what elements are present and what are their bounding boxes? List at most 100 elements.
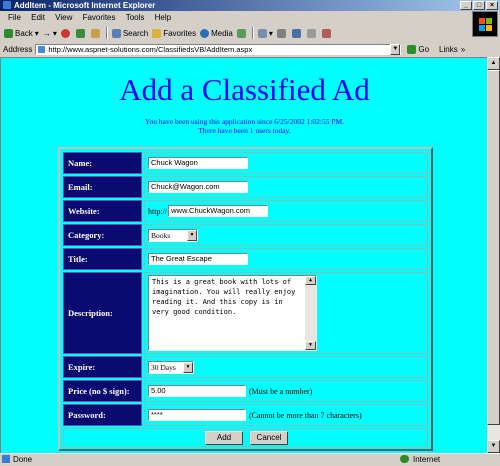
description-row: Description: This is a great book with l… xyxy=(63,272,428,354)
forward-button[interactable]: → ▾ xyxy=(43,29,57,38)
description-cell: This is a great book with lots of imagin… xyxy=(144,272,428,354)
windows-flag-icon xyxy=(479,18,492,31)
links-more-icon[interactable]: » xyxy=(461,45,465,54)
status-bar: Done Internet xyxy=(0,453,500,466)
price-input[interactable]: 5.00 xyxy=(148,385,246,397)
menu-view[interactable]: View xyxy=(55,13,72,22)
title-bar: AddItem - Microsoft Internet Explorer _ … xyxy=(0,0,500,11)
media-button[interactable]: Media xyxy=(200,28,233,38)
menu-tools[interactable]: Tools xyxy=(126,13,145,22)
forward-arrow-icon: → xyxy=(42,28,51,38)
toolbar-separator xyxy=(105,27,108,39)
go-button[interactable]: Go xyxy=(418,45,429,54)
category-selected: Books xyxy=(151,230,171,240)
history-button[interactable] xyxy=(236,28,248,38)
scroll-up-icon[interactable]: ▲ xyxy=(487,57,500,70)
mail-icon xyxy=(257,28,267,38)
expire-row: Expire: 30 Days ▼ xyxy=(63,356,428,378)
zone-text: Internet xyxy=(413,455,441,464)
menu-edit[interactable]: Edit xyxy=(31,13,45,22)
name-row: Name: Chuck Wagon xyxy=(63,152,428,174)
discuss-button[interactable] xyxy=(306,28,318,38)
menu-bar: File Edit View Favorites Tools Help xyxy=(0,11,500,24)
website-label: Website: xyxy=(63,200,142,222)
favorites-button[interactable]: Favorites xyxy=(152,28,197,38)
actions-row: Add Cancel xyxy=(63,428,428,447)
website-input[interactable]: www.ChuckWagon.com xyxy=(168,205,269,217)
home-button[interactable] xyxy=(90,28,102,38)
price-cell: 5.00 (Must be a number) xyxy=(144,380,428,402)
email-input[interactable]: Chuck@Wagon.com xyxy=(148,181,248,193)
category-row: Category: Books ▼ xyxy=(63,224,428,246)
menu-favorites[interactable]: Favorites xyxy=(83,13,116,22)
toolbar-separator xyxy=(251,27,254,39)
page-title: Add a Classified Ad xyxy=(119,72,370,107)
window-controls: _ □ × xyxy=(460,1,498,10)
refresh-button[interactable] xyxy=(75,28,87,38)
chevron-down-icon[interactable]: ▼ xyxy=(187,229,197,241)
maximize-button[interactable]: □ xyxy=(473,1,485,10)
messenger-button[interactable] xyxy=(321,28,333,38)
expire-cell: 30 Days ▼ xyxy=(144,356,428,378)
standard-toolbar: Back ▾ → ▾ Search Favorites Media ▾ xyxy=(0,25,470,41)
price-hint: (Must be a number) xyxy=(249,386,313,396)
name-input[interactable]: Chuck Wagon xyxy=(148,157,248,169)
chevron-down-icon[interactable]: ▼ xyxy=(183,361,193,373)
website-prefix: http:// xyxy=(148,206,168,216)
status-text: Done xyxy=(13,455,33,464)
windows-logo-throbber xyxy=(472,11,498,37)
media-icon xyxy=(200,28,210,38)
stop-icon xyxy=(60,28,70,38)
address-dropdown-button[interactable]: ▼ xyxy=(390,43,401,55)
scroll-thumb[interactable] xyxy=(487,70,500,425)
title-input[interactable]: The Great Escape xyxy=(148,253,248,265)
scroll-up-icon[interactable]: ▲ xyxy=(305,276,316,285)
search-button[interactable]: Search xyxy=(111,28,149,38)
go-arrow-icon[interactable] xyxy=(407,44,417,54)
price-label: Price (no $ sign): xyxy=(63,380,142,402)
name-cell: Chuck Wagon xyxy=(144,152,428,174)
home-icon xyxy=(90,28,100,38)
description-scrollbar[interactable]: ▲ ▼ xyxy=(305,276,316,350)
page-done-icon xyxy=(2,455,10,463)
menu-file[interactable]: File xyxy=(8,13,21,22)
back-arrow-icon xyxy=(4,28,13,38)
discuss-icon xyxy=(306,28,316,38)
status-zone: Internet xyxy=(400,454,440,466)
expire-select[interactable]: 30 Days ▼ xyxy=(148,360,194,374)
address-label: Address xyxy=(3,44,33,54)
stop-button[interactable] xyxy=(60,28,72,38)
password-input[interactable]: **** xyxy=(148,409,246,421)
links-button[interactable]: Links xyxy=(439,45,458,54)
close-button[interactable]: × xyxy=(486,1,498,10)
address-bar: Address http://www.aspnet-solutions.com/… xyxy=(0,42,500,56)
page-content: Add a Classified Ad You have been using … xyxy=(0,57,487,453)
cancel-button[interactable]: Cancel xyxy=(250,431,288,445)
print-button[interactable] xyxy=(276,28,288,38)
add-button[interactable]: Add xyxy=(205,431,243,445)
page-scrollbar[interactable]: ▲ ▼ xyxy=(487,57,500,453)
users-today-text: There have been 1 users today. xyxy=(198,126,291,135)
scroll-down-icon[interactable]: ▼ xyxy=(305,341,316,350)
address-field[interactable]: http://www.aspnet-solutions.com/Classifi… xyxy=(35,43,402,55)
description-text: This is a great book with lots of imagin… xyxy=(152,278,296,316)
usage-info: You have been using this application sin… xyxy=(1,117,487,135)
category-select[interactable]: Books ▼ xyxy=(148,228,198,242)
minimize-button[interactable]: _ xyxy=(460,1,472,10)
search-label: Search xyxy=(122,28,149,38)
edit-page-button[interactable] xyxy=(291,28,303,38)
description-textarea[interactable]: This is a great book with lots of imagin… xyxy=(148,275,317,351)
title-row: Title: The Great Escape xyxy=(63,248,428,270)
back-button[interactable]: Back ▾ xyxy=(4,28,39,38)
email-cell: Chuck@Wagon.com xyxy=(144,176,428,198)
email-row: Email: Chuck@Wagon.com xyxy=(63,176,428,198)
favorites-icon xyxy=(152,28,162,38)
edit-icon xyxy=(291,28,301,38)
classified-form-table: Name: Chuck Wagon Email: Chuck@Wagon.com… xyxy=(58,147,433,451)
scroll-down-icon[interactable]: ▼ xyxy=(487,440,500,453)
menu-help[interactable]: Help xyxy=(155,13,171,22)
mail-button[interactable]: ▾ xyxy=(257,28,273,38)
favorites-label: Favorites xyxy=(163,28,197,38)
website-cell: http://www.ChuckWagon.com xyxy=(144,200,428,222)
website-row: Website: http://www.ChuckWagon.com xyxy=(63,200,428,222)
